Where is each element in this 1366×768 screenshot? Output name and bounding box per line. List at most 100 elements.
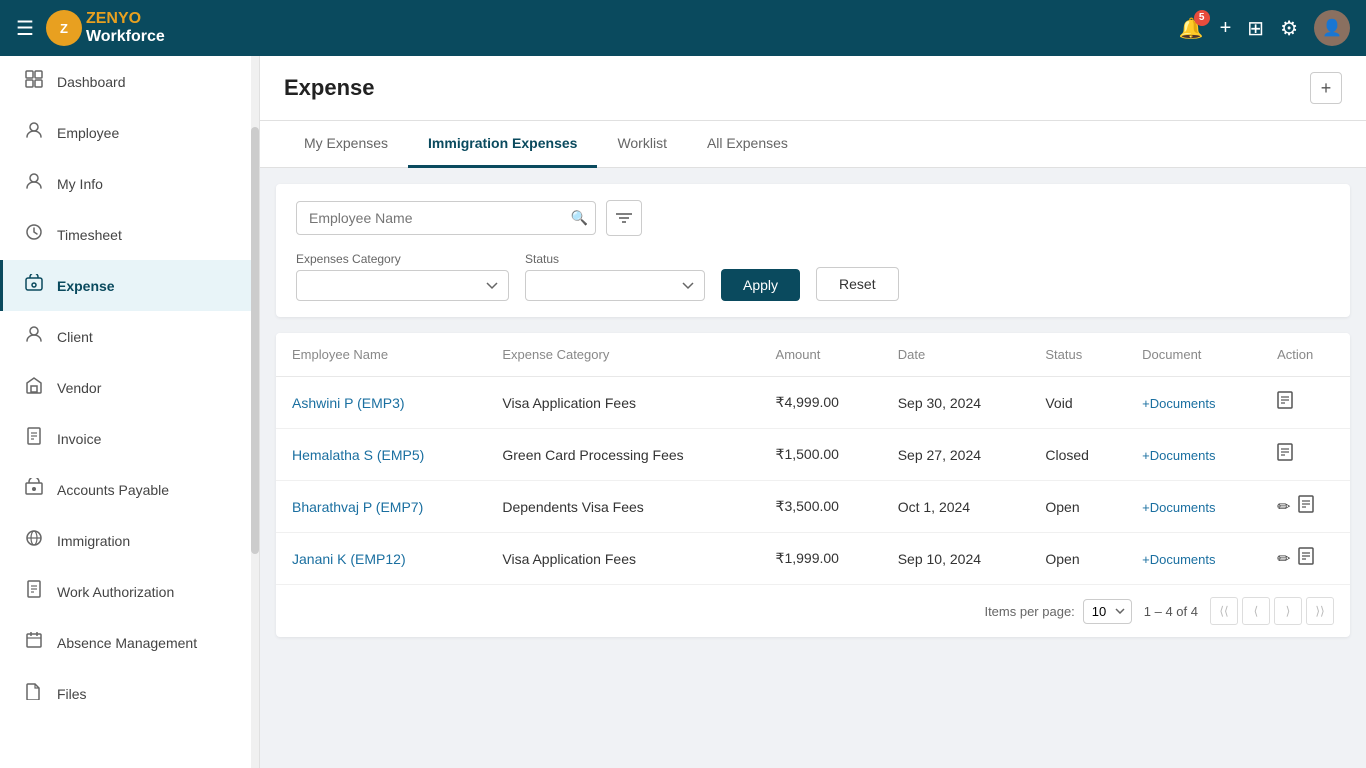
table-row: Janani K (EMP12)Visa Application Fees₹1,… [276,533,1350,585]
sidebar-item-vendor[interactable]: Vendor [0,362,259,413]
sidebar-icon-dashboard [23,70,45,93]
table-header: Employee NameExpense CategoryAmountDateS… [276,333,1350,377]
document-icon-1[interactable] [1277,443,1293,466]
document-link-0[interactable]: +Documents [1142,396,1215,411]
user-avatar[interactable]: 👤 [1314,10,1350,46]
sidebar-icon-absence-management [23,631,45,654]
notification-badge: 5 [1194,10,1210,26]
sidebar-label-files: Files [57,686,87,702]
status-cell: Open [1029,481,1126,533]
tab-worklist[interactable]: Worklist [597,121,687,168]
notification-button[interactable]: 🔔 5 [1179,16,1204,41]
action-cell [1261,429,1350,481]
sidebar-icon-client [23,325,45,348]
tabs-bar: My ExpensesImmigration ExpensesWorklistA… [260,121,1366,168]
edit-icon-2[interactable]: ✏ [1277,497,1290,517]
action-cell: ✏ [1261,481,1350,533]
col-header-amount: Amount [760,333,882,377]
expense-category-cell: Green Card Processing Fees [486,429,759,481]
document-icon-0[interactable] [1277,391,1293,414]
category-filter-group: Expenses Category Visa Application Fees … [296,252,509,301]
main-content: Expense + My ExpensesImmigration Expense… [260,56,1366,768]
sidebar-item-files[interactable]: Files [0,668,259,719]
employee-link-0[interactable]: Ashwini P (EMP3) [292,395,405,411]
hamburger-menu[interactable]: ☰ [16,16,34,41]
sidebar-item-client[interactable]: Client [0,311,259,362]
sidebar-icon-immigration [23,529,45,552]
category-label: Expenses Category [296,252,509,266]
table-row: Ashwini P (EMP3)Visa Application Fees₹4,… [276,377,1350,429]
items-per-page-label: Items per page: [984,604,1074,619]
edit-icon-3[interactable]: ✏ [1277,549,1290,569]
search-icon[interactable]: 🔍 [571,210,588,227]
search-wrap: 🔍 [296,201,596,235]
col-header-date: Date [882,333,1030,377]
document-icon-3[interactable] [1298,547,1314,570]
page-title: Expense [284,75,375,101]
settings-icon[interactable]: ⚙ [1280,16,1298,41]
status-cell: Closed [1029,429,1126,481]
col-header-employee-name: Employee Name [276,333,486,377]
amount-cell: ₹1,999.00 [760,533,882,585]
expense-table-section: Employee NameExpense CategoryAmountDateS… [276,333,1350,637]
prev-page-button[interactable]: ⟨ [1242,597,1270,625]
items-per-page-select[interactable]: 102550 [1083,599,1132,624]
sidebar-item-expense[interactable]: Expense [0,260,259,311]
col-header-expense-category: Expense Category [486,333,759,377]
sidebar-icon-expense [23,274,45,297]
status-select[interactable]: Void Closed Open [525,270,705,301]
employee-link-1[interactable]: Hemalatha S (EMP5) [292,447,424,463]
expense-category-cell: Visa Application Fees [486,377,759,429]
sidebar-label-timesheet: Timesheet [57,227,122,243]
reset-button[interactable]: Reset [816,267,899,301]
table-body: Ashwini P (EMP3)Visa Application Fees₹4,… [276,377,1350,585]
page-navigation: ⟨⟨ ⟨ ⟩ ⟩⟩ [1210,597,1334,625]
sidebar-icon-myinfo [23,172,45,195]
last-page-button[interactable]: ⟩⟩ [1306,597,1334,625]
items-per-page: Items per page: 102550 [984,599,1131,624]
apply-button[interactable]: Apply [721,269,800,301]
amount-cell: ₹1,500.00 [760,429,882,481]
sidebar-item-accounts-payable[interactable]: Accounts Payable [0,464,259,515]
document-link-1[interactable]: +Documents [1142,448,1215,463]
sidebar-item-dashboard[interactable]: Dashboard [0,56,259,107]
add-button[interactable]: + [1220,17,1232,40]
sidebar-item-work-authorization[interactable]: Work Authorization [0,566,259,617]
sidebar-item-invoice[interactable]: Invoice [0,413,259,464]
sidebar-item-absence-management[interactable]: Absence Management [0,617,259,668]
document-link-2[interactable]: +Documents [1142,500,1215,515]
action-cell: ✏ [1261,533,1350,585]
search-row: 🔍 [296,200,1330,236]
sidebar-item-timesheet[interactable]: Timesheet [0,209,259,260]
app-logo: Z ZENYOWorkforce [46,10,165,46]
tab-my-expenses[interactable]: My Expenses [284,121,408,168]
category-select[interactable]: Visa Application Fees Green Card Process… [296,270,509,301]
document-icon-2[interactable] [1298,495,1314,518]
sidebar-label-myinfo: My Info [57,176,103,192]
status-cell: Open [1029,533,1126,585]
filter-icon-button[interactable] [606,200,642,236]
document-link-3[interactable]: +Documents [1142,552,1215,567]
sidebar-label-employee: Employee [57,125,119,141]
employee-link-3[interactable]: Janani K (EMP12) [292,551,406,567]
add-expense-button[interactable]: + [1310,72,1342,104]
col-header-status: Status [1029,333,1126,377]
expense-table: Employee NameExpense CategoryAmountDateS… [276,333,1350,584]
next-page-button[interactable]: ⟩ [1274,597,1302,625]
date-cell: Sep 30, 2024 [882,377,1030,429]
sidebar-item-employee[interactable]: Employee [0,107,259,158]
date-cell: Sep 27, 2024 [882,429,1030,481]
main-layout: Dashboard Employee My Info Timesheet Exp… [0,56,1366,768]
content-header: Expense + [260,56,1366,121]
employee-link-2[interactable]: Bharathvaj P (EMP7) [292,499,423,515]
sidebar-item-myinfo[interactable]: My Info [0,158,259,209]
sidebar-item-immigration[interactable]: Immigration [0,515,259,566]
grid-icon[interactable]: ⊞ [1247,16,1264,41]
search-input[interactable] [296,201,596,235]
tab-immigration-expenses[interactable]: Immigration Expenses [408,121,597,168]
top-navigation: ☰ Z ZENYOWorkforce 🔔 5 + ⊞ ⚙ 👤 [0,0,1366,56]
sidebar-icon-invoice [23,427,45,450]
first-page-button[interactable]: ⟨⟨ [1210,597,1238,625]
sidebar-label-dashboard: Dashboard [57,74,126,90]
tab-all-expenses[interactable]: All Expenses [687,121,808,168]
